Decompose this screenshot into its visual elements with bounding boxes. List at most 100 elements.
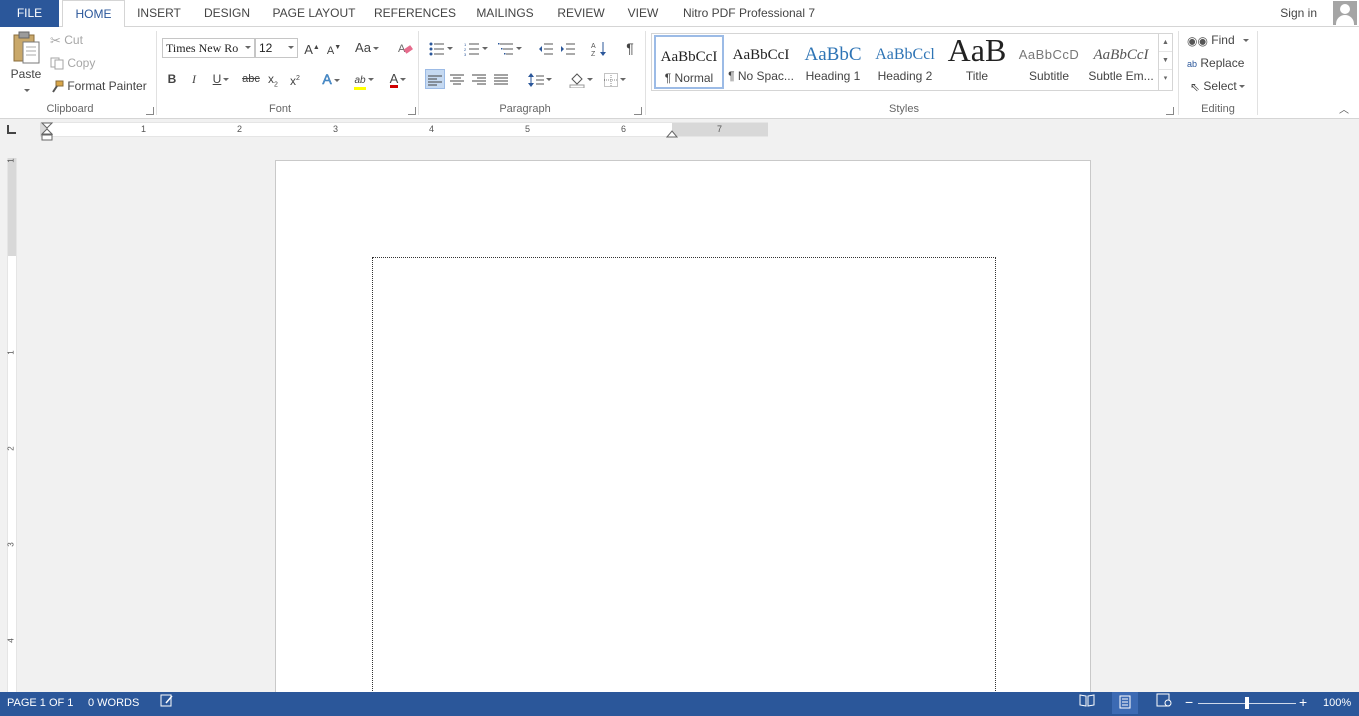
right-indent-marker-icon[interactable]: [666, 128, 678, 138]
collapse-ribbon-icon[interactable]: ︿: [1339, 101, 1349, 116]
justify-button[interactable]: [491, 69, 511, 89]
font-dialog-launcher-icon[interactable]: [408, 107, 416, 115]
bullets-button[interactable]: [425, 38, 457, 58]
show-formatting-marks-button[interactable]: ¶: [620, 38, 640, 58]
text-effects-icon: A: [322, 71, 332, 88]
find-button[interactable]: ◉◉ Find: [1187, 33, 1249, 48]
avatar[interactable]: [1333, 1, 1357, 25]
font-color-button[interactable]: A: [382, 69, 414, 89]
line-spacing-button[interactable]: [524, 69, 556, 89]
bullet-list-icon: [429, 42, 444, 56]
clipboard-dialog-launcher-icon[interactable]: [146, 107, 154, 115]
tab-nitro-pdf[interactable]: Nitro PDF Professional 7: [676, 0, 822, 27]
sign-in-link[interactable]: Sign in: [1280, 0, 1317, 27]
numbering-button[interactable]: 1 2 3: [460, 38, 492, 58]
tab-mailings[interactable]: MAILINGS: [468, 0, 542, 27]
tab-selector-icon[interactable]: [7, 125, 16, 134]
font-name-value: Times New Ro: [166, 41, 239, 55]
proofing-icon[interactable]: [160, 693, 174, 715]
change-case-button[interactable]: Aa: [352, 38, 382, 58]
word-count-status[interactable]: 0 WORDS: [88, 692, 139, 714]
tab-references[interactable]: REFERENCES: [372, 0, 458, 27]
page-count-status[interactable]: PAGE 1 OF 1: [7, 692, 73, 714]
subscript-button[interactable]: x2: [263, 69, 283, 89]
align-center-button[interactable]: [447, 69, 467, 89]
tab-view[interactable]: VIEW: [620, 0, 666, 27]
vertical-ruler[interactable]: 1 1 2 3 4: [7, 158, 17, 692]
underline-button[interactable]: U: [206, 69, 236, 89]
format-painter-button[interactable]: Format Painter: [50, 79, 147, 93]
style-normal[interactable]: AaBbCcI ¶ Normal: [654, 35, 724, 89]
style-subtle-emphasis[interactable]: AaBbCcI Subtle Em...: [1086, 35, 1156, 89]
tab-page-layout[interactable]: PAGE LAYOUT: [266, 0, 362, 27]
multilevel-list-button[interactable]: [494, 38, 526, 58]
replace-button[interactable]: ab Replace: [1187, 56, 1244, 70]
avatar-head-shape: [1340, 4, 1350, 14]
gallery-scroll-down-icon[interactable]: ▼: [1159, 52, 1172, 70]
cut-button[interactable]: ✂ Cut: [50, 33, 83, 49]
increase-indent-button[interactable]: [558, 38, 578, 58]
tab-design[interactable]: DESIGN: [196, 0, 258, 27]
paste-dropdown-icon: [8, 83, 44, 97]
borders-button[interactable]: [599, 69, 631, 89]
document-text-area[interactable]: [372, 257, 996, 707]
indent-marker-icon[interactable]: [41, 122, 53, 142]
gallery-more-icon[interactable]: ▾: [1159, 70, 1172, 88]
eraser-icon: A: [398, 43, 413, 55]
text-highlight-button[interactable]: ab: [348, 69, 380, 90]
zoom-slider-thumb[interactable]: [1245, 697, 1249, 709]
style-title[interactable]: AaB Title: [942, 35, 1012, 89]
copy-button[interactable]: Copy: [50, 56, 95, 70]
print-layout-icon[interactable]: [1112, 692, 1138, 714]
font-name-select[interactable]: Times New Ro: [162, 38, 255, 58]
ruler-number: 6: [621, 124, 627, 134]
gallery-scroll-up-icon[interactable]: ▲: [1159, 34, 1172, 52]
clear-formatting-button[interactable]: A: [395, 38, 415, 58]
superscript-mark: 2: [296, 75, 300, 82]
style-heading-2-preview: AaBbCcl: [875, 46, 935, 63]
zoom-in-icon[interactable]: +: [1299, 692, 1307, 712]
style-heading-1-preview: AaBbC: [804, 44, 862, 65]
zoom-out-icon[interactable]: −: [1185, 692, 1193, 712]
style-heading-1[interactable]: AaBbC Heading 1: [798, 35, 868, 89]
justify-icon: [494, 74, 508, 85]
ruler-number: 2: [237, 124, 243, 134]
web-layout-icon[interactable]: [1156, 693, 1172, 715]
styles-dialog-launcher-icon[interactable]: [1166, 107, 1174, 115]
text-effects-button[interactable]: A: [316, 69, 346, 89]
horizontal-ruler[interactable]: 1 2 3 4 5 6 7: [40, 122, 768, 141]
tab-file[interactable]: FILE: [0, 0, 59, 27]
bold-button[interactable]: B: [162, 69, 182, 89]
style-heading-2[interactable]: AaBbCcl Heading 2: [870, 35, 940, 89]
strikethrough-button[interactable]: abc: [240, 69, 262, 89]
align-right-button[interactable]: [469, 69, 489, 89]
shrink-font-button[interactable]: A▼: [324, 38, 344, 58]
ruler-number: 4: [429, 124, 435, 134]
style-no-spacing[interactable]: AaBbCcI ¶ No Spac...: [726, 35, 796, 89]
zoom-level[interactable]: 100%: [1323, 692, 1351, 714]
multilevel-list-icon: [498, 42, 513, 55]
italic-button[interactable]: I: [184, 69, 204, 89]
tab-insert[interactable]: INSERT: [128, 0, 190, 27]
clipboard-group-label: Clipboard: [46, 103, 94, 115]
align-left-button[interactable]: [425, 69, 445, 89]
cursor-arrow-icon: ⇖: [1190, 79, 1201, 94]
document-page[interactable]: [275, 160, 1091, 707]
font-name-dropdown-icon: [245, 46, 251, 49]
tab-home[interactable]: HOME: [62, 0, 125, 28]
sort-button[interactable]: A Z: [589, 38, 609, 58]
style-subtitle[interactable]: AaBbCcD Subtitle: [1014, 35, 1084, 89]
grow-font-button[interactable]: A▲: [302, 38, 322, 58]
read-mode-icon[interactable]: [1079, 693, 1095, 715]
ruler-number: 3: [333, 124, 339, 134]
tab-review[interactable]: REVIEW: [552, 0, 610, 27]
paste-button[interactable]: Paste: [8, 31, 44, 101]
style-subtitle-name: Subtitle: [1028, 69, 1070, 83]
paragraph-dialog-launcher-icon[interactable]: [634, 107, 642, 115]
decrease-indent-button[interactable]: [536, 38, 556, 58]
font-size-select[interactable]: 12: [255, 38, 298, 58]
select-button[interactable]: ⇖ Select: [1190, 79, 1245, 94]
superscript-button[interactable]: x2: [285, 69, 305, 89]
numbered-list-icon: 1 2 3: [464, 42, 479, 57]
shading-button[interactable]: [565, 69, 597, 89]
